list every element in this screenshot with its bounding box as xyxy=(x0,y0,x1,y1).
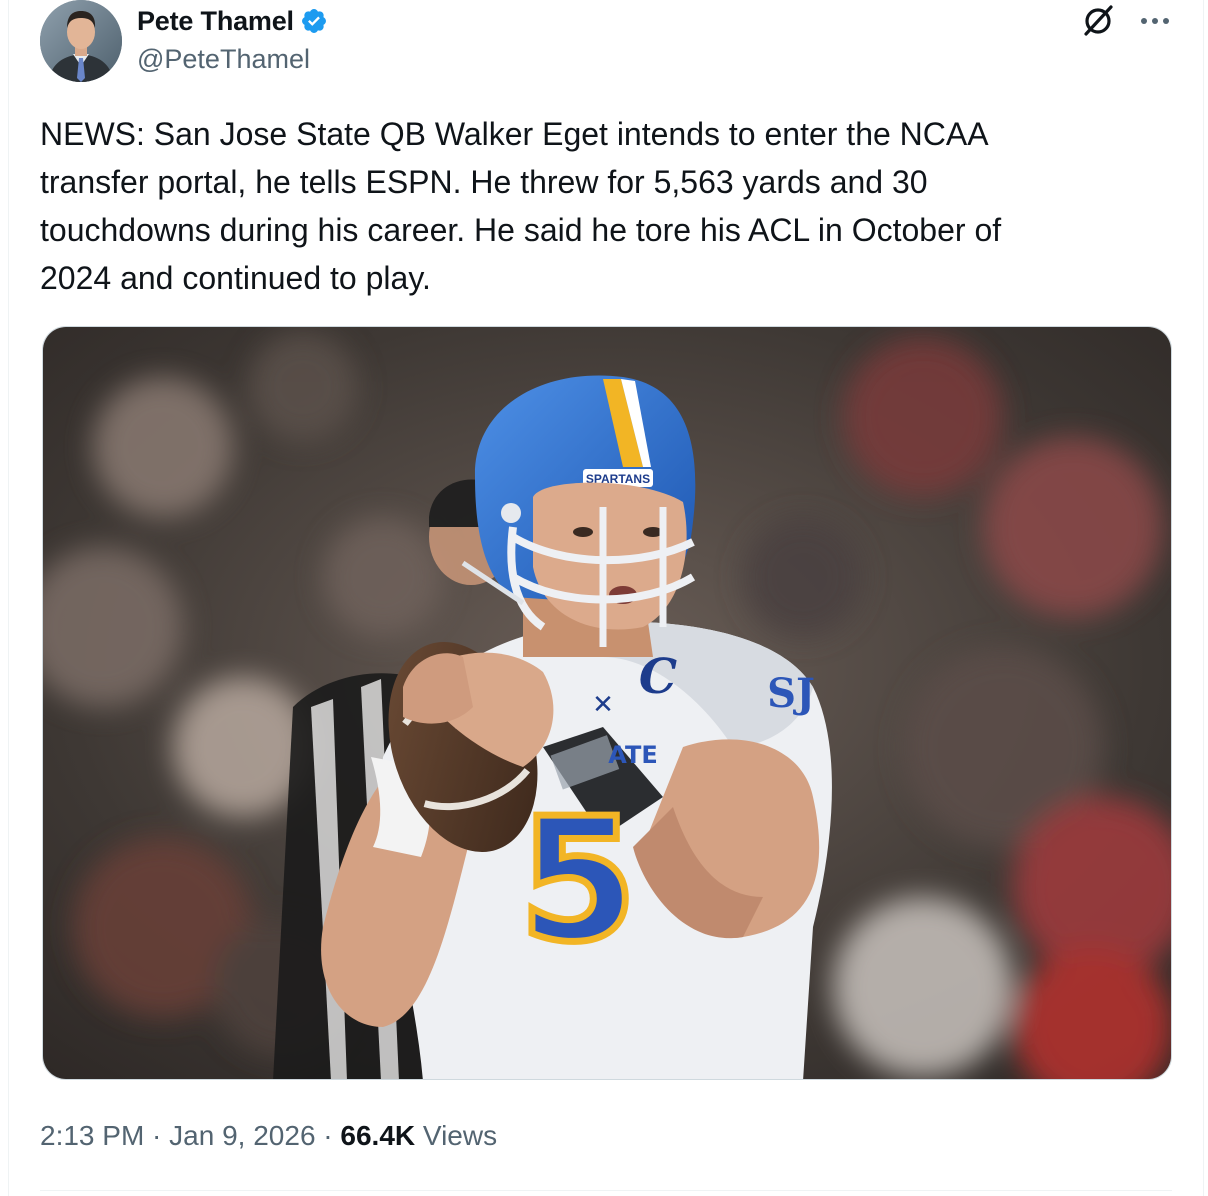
views-label: Views xyxy=(415,1120,498,1151)
divider xyxy=(40,1190,1172,1191)
author-handle[interactable]: @PeteThamel xyxy=(137,44,310,75)
tweet-time[interactable]: 2:13 PM xyxy=(40,1120,144,1152)
views-count: 66.4K xyxy=(340,1120,416,1151)
grok-slash-circle-icon[interactable] xyxy=(1080,2,1116,38)
avatar-image xyxy=(40,0,122,82)
tweet-photo[interactable]: SPARTANS C ✕ ATE SJ 5 xyxy=(42,326,1172,1080)
tweet-date[interactable]: Jan 9, 2026 xyxy=(169,1120,315,1152)
under-armour-logo: ✕ xyxy=(592,690,614,720)
author-avatar[interactable] xyxy=(40,0,122,82)
tweet-meta-row: 2:13 PM · Jan 9, 2026 · 66.4K Views xyxy=(40,1114,497,1158)
verified-badge-icon[interactable] xyxy=(300,7,328,35)
meta-separator-2: · xyxy=(315,1120,341,1151)
jersey-text: ATE xyxy=(608,741,657,769)
author-name-row: Pete Thamel xyxy=(137,4,328,38)
more-horizontal-icon[interactable] xyxy=(1138,6,1172,36)
jersey-captain-patch: C xyxy=(639,649,677,705)
jersey-number: 5 xyxy=(519,782,637,980)
meta-separator: · xyxy=(144,1120,170,1151)
author-display-name[interactable]: Pete Thamel xyxy=(137,6,294,37)
quarterback-photo-illustration: SPARTANS C ✕ ATE SJ 5 xyxy=(43,327,1171,1079)
sleeve-logo: SJ xyxy=(767,670,815,717)
tweet-text: NEWS: San Jose State QB Walker Eget inte… xyxy=(40,116,1002,296)
